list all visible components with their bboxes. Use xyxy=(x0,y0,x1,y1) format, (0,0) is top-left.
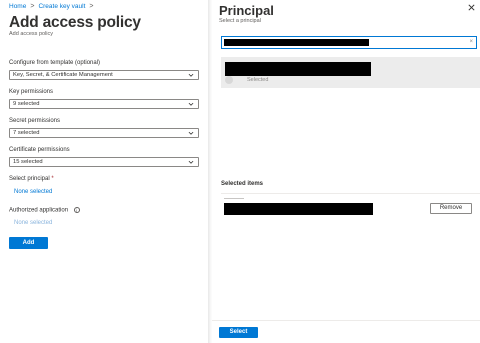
result-selected-status: Selected xyxy=(247,77,269,83)
close-icon[interactable] xyxy=(467,3,476,12)
breadcrumb-separator: > xyxy=(30,3,35,10)
certificate-permissions-label: Certificate permissions xyxy=(9,147,70,153)
chevron-down-icon xyxy=(188,131,194,135)
selected-items-title: Selected items xyxy=(221,181,264,187)
search-result-row[interactable]: Selected xyxy=(221,57,480,88)
authorized-application-link: None selected xyxy=(14,220,53,226)
breadcrumb-separator-end: > xyxy=(89,3,94,10)
required-indicator: * xyxy=(51,176,54,182)
key-permissions-label: Key permissions xyxy=(9,89,54,95)
selected-item-redacted-name xyxy=(224,203,373,215)
template-label: Configure from template (optional) xyxy=(9,60,101,66)
more-icon[interactable]: ··· xyxy=(113,14,125,25)
authorized-application-label-text: Authorized application xyxy=(9,207,69,214)
selected-item-marker xyxy=(224,198,244,199)
select-principal-label: Select principal * xyxy=(9,176,54,182)
avatar xyxy=(225,76,233,84)
breadcrumb-home[interactable]: Home xyxy=(9,3,26,10)
search-redacted-value xyxy=(224,39,369,46)
secret-permissions-value: 7 selected xyxy=(13,130,40,136)
principal-subtitle: Select a principal xyxy=(219,18,261,24)
secret-permissions-label: Secret permissions xyxy=(9,118,61,124)
template-dropdown[interactable]: Key, Secret, & Certificate Management xyxy=(9,70,199,80)
authorized-application-label: Authorized application i xyxy=(9,207,80,214)
select-principal-label-text: Select principal xyxy=(9,176,50,182)
key-permissions-value: 9 selected xyxy=(13,101,40,107)
chevron-down-icon xyxy=(188,102,194,106)
info-icon[interactable]: i xyxy=(73,207,80,213)
select-principal-link[interactable]: None selected xyxy=(14,189,52,195)
footer-divider xyxy=(212,320,480,321)
certificate-permissions-value: 15 selected xyxy=(13,159,43,165)
add-button[interactable]: Add xyxy=(9,237,48,249)
page-subtitle: Add access policy xyxy=(9,31,54,37)
clear-search-icon[interactable]: × xyxy=(469,39,473,46)
certificate-permissions-dropdown[interactable]: 15 selected xyxy=(9,157,199,167)
principal-panel: Principal Select a principal × Selected … xyxy=(212,0,480,343)
select-button[interactable]: Select xyxy=(219,327,258,338)
selected-items-divider xyxy=(221,193,480,194)
template-dropdown-value: Key, Secret, & Certificate Management xyxy=(13,72,113,78)
result-redacted-name xyxy=(225,62,371,76)
secret-permissions-dropdown[interactable]: 7 selected xyxy=(9,128,199,138)
principal-title: Principal xyxy=(219,3,274,18)
chevron-down-icon xyxy=(188,73,194,77)
breadcrumb-create-key-vault[interactable]: Create key vault xyxy=(38,3,85,10)
key-permissions-dropdown[interactable]: 9 selected xyxy=(9,99,199,109)
breadcrumb: Home > Create key vault > xyxy=(9,3,94,10)
chevron-down-icon xyxy=(188,160,194,164)
principal-search-input[interactable]: × xyxy=(221,36,477,49)
add-access-policy-panel: Home > Create key vault > Add access pol… xyxy=(0,0,209,343)
remove-button[interactable]: Remove xyxy=(430,203,472,214)
